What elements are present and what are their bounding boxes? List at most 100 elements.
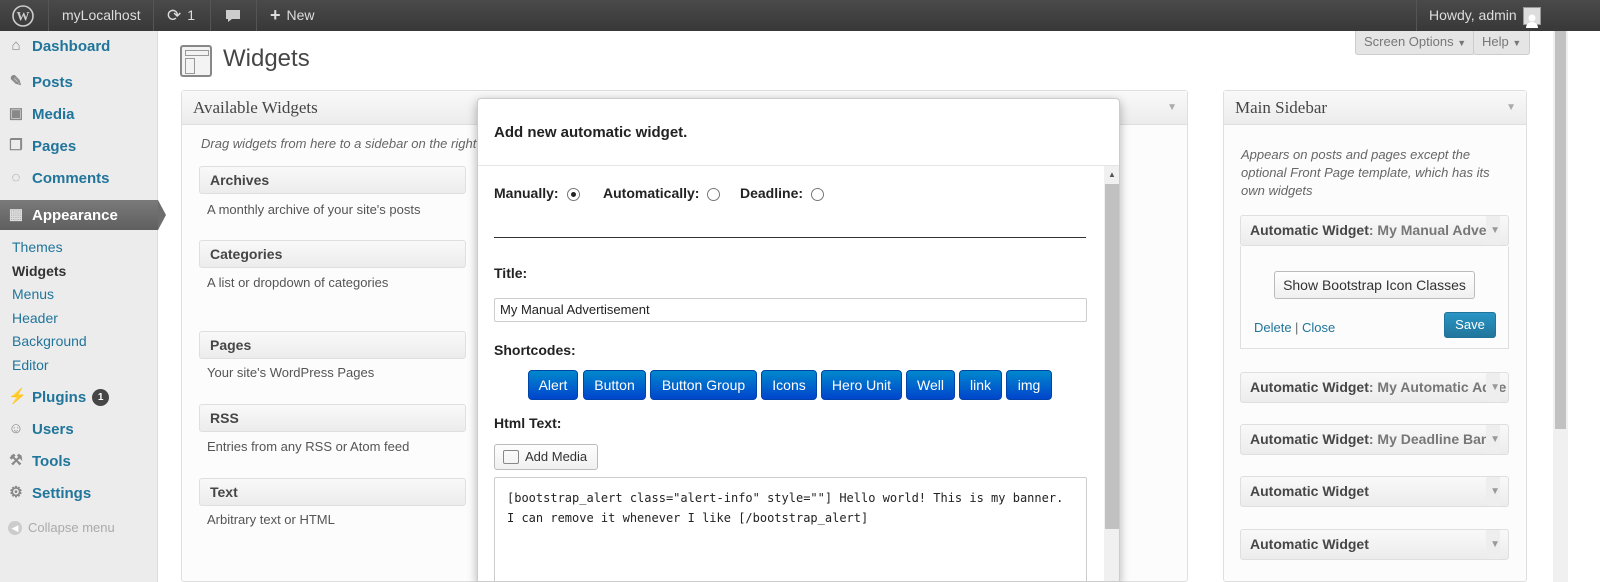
widget-text-desc: Arbitrary text or HTML — [207, 512, 335, 527]
submenu-menus[interactable]: Menus — [12, 286, 54, 302]
new-content-link[interactable]: + New — [270, 0, 315, 31]
chevron-down-icon[interactable]: ▼ — [1486, 425, 1500, 454]
add-widget-modal: Add new automatic widget. Manually: Auto… — [477, 98, 1120, 582]
title-label: Title: — [494, 265, 528, 281]
submenu-background[interactable]: Background — [12, 333, 87, 349]
menu-posts[interactable]: ✎ Posts — [0, 67, 158, 97]
widget-archives[interactable]: Archives — [199, 166, 466, 194]
chevron-down-icon[interactable]: ▼ — [1486, 216, 1500, 245]
pin-icon: ✎ — [9, 73, 23, 90]
widget-categories-desc: A list or dropdown of categories — [207, 275, 389, 290]
sidebar-widget-5[interactable]: Automatic Widget ▼ — [1240, 529, 1509, 560]
shortcode-icons-button[interactable]: Icons — [761, 370, 817, 400]
sidebar-widget-manual[interactable]: Automatic Widget: My Manual Adverti ▼ — [1240, 215, 1509, 246]
sidebar-widget-automatic[interactable]: Automatic Widget: My Automatic Adve ▼ — [1240, 372, 1509, 403]
widget-pages-desc: Your site's WordPress Pages — [207, 365, 375, 380]
sidebar-description: Appears on posts and pages except the op… — [1241, 147, 1490, 198]
mode-deadline[interactable]: Deadline: — [740, 185, 825, 201]
widget-categories[interactable]: Categories — [199, 240, 466, 268]
chevron-down-icon[interactable]: ▼ — [1486, 477, 1500, 506]
settings-icon: ⚙ — [9, 484, 23, 501]
main-sidebar-header[interactable]: Main Sidebar ▼ — [1224, 91, 1526, 125]
comments-link[interactable] — [224, 0, 242, 31]
media-icon — [503, 450, 519, 464]
media-icon: ▣ — [8, 105, 24, 122]
chevron-down-icon[interactable]: ▼ — [1486, 530, 1500, 559]
help-button[interactable]: Help ▼ — [1473, 31, 1531, 55]
page-scrollbar[interactable] — [1553, 31, 1568, 582]
widget-rss-desc: Entries from any RSS or Atom feed — [207, 439, 410, 454]
plug-icon: ⚡ — [8, 388, 27, 405]
chevron-down-icon: ▼ — [1457, 38, 1467, 48]
mode-manually[interactable]: Manually: — [494, 185, 580, 201]
deadline-radio[interactable] — [811, 187, 825, 201]
scroll-up-icon[interactable]: ▲ — [1104, 166, 1119, 184]
updates-count: 1 — [187, 7, 196, 23]
divider — [494, 237, 1086, 238]
menu-tools[interactable]: ⚒ Tools — [0, 446, 158, 476]
shortcode-well-button[interactable]: Well — [906, 370, 955, 400]
mode-automatically[interactable]: Automatically: — [603, 185, 721, 201]
html-text-label: Html Text: — [494, 415, 562, 431]
dashboard-icon: ⌂ — [11, 37, 21, 54]
tools-icon: ⚒ — [9, 452, 23, 469]
modal-scrollbar[interactable]: ▲ — [1104, 166, 1119, 581]
manually-radio[interactable] — [566, 187, 580, 201]
wordpress-logo-icon[interactable]: W — [12, 0, 34, 31]
submenu-widgets[interactable]: Widgets — [12, 263, 66, 279]
my-account-link[interactable]: Howdy, admin — [1429, 0, 1541, 31]
shortcode-hero-unit-button[interactable]: Hero Unit — [821, 370, 902, 400]
chevron-down-icon[interactable]: ▼ — [1486, 373, 1500, 402]
link-separator: | — [1295, 320, 1299, 335]
plugins-update-badge: 1 — [92, 388, 110, 406]
widget-pages[interactable]: Pages — [199, 331, 466, 359]
widget-rss[interactable]: RSS — [199, 404, 466, 432]
save-button[interactable]: Save — [1444, 312, 1496, 338]
shortcodes-label: Shortcodes: — [494, 342, 576, 358]
pages-icon: ❐ — [9, 137, 23, 154]
delete-link[interactable]: Delete — [1254, 320, 1292, 335]
menu-users[interactable]: ☺ Users — [0, 414, 158, 444]
menu-appearance[interactable]: ▦ Appearance — [0, 200, 166, 230]
sidebar-widget-deadline[interactable]: Automatic Widget: My Deadline Bann ▼ — [1240, 424, 1509, 455]
html-text-area[interactable]: [bootstrap_alert class="alert-info" styl… — [494, 477, 1087, 581]
automatically-radio[interactable] — [707, 187, 721, 201]
shortcode-link-button[interactable]: link — [959, 370, 1002, 400]
menu-settings[interactable]: ⚙ Settings — [0, 478, 158, 508]
refresh-icon: ⟳ — [167, 6, 182, 25]
submenu-themes[interactable]: Themes — [12, 239, 63, 255]
screen-options-button[interactable]: Screen Options ▼ — [1355, 31, 1476, 55]
appearance-icon: ▦ — [8, 206, 24, 223]
submenu-editor[interactable]: Editor — [12, 357, 49, 373]
page-title: Widgets — [223, 45, 310, 72]
submenu-header[interactable]: Header — [12, 310, 58, 326]
shortcode-img-button[interactable]: img — [1006, 370, 1052, 400]
menu-pages[interactable]: ❐ Pages — [0, 131, 158, 161]
admin-bar: W myLocalhost ⟳ 1 + New Howdy, admin — [0, 0, 1600, 31]
shortcode-alert-button[interactable]: Alert — [528, 370, 578, 400]
title-input[interactable]: My Manual Advertisement — [494, 298, 1087, 322]
add-media-button[interactable]: Add Media — [494, 444, 598, 470]
widget-text[interactable]: Text — [199, 478, 466, 506]
shortcode-button-button[interactable]: Button — [583, 370, 646, 400]
menu-media[interactable]: ▣ Media — [0, 99, 158, 129]
shortcode-button-group-button[interactable]: Button Group — [650, 370, 757, 400]
site-name-link[interactable]: myLocalhost — [62, 0, 141, 31]
modal-title: Add new automatic widget. — [494, 124, 688, 141]
menu-comments[interactable]: ◌ Comments — [0, 163, 158, 193]
avatar — [1522, 6, 1541, 28]
menu-plugins[interactable]: ⚡ Plugins 1 — [0, 382, 158, 412]
users-icon: ☺ — [8, 420, 24, 437]
close-link[interactable]: Close — [1302, 320, 1335, 335]
sidebar-widget-4[interactable]: Automatic Widget ▼ — [1240, 476, 1509, 507]
chevron-down-icon: ▼ — [1512, 38, 1522, 48]
toggle-arrow-icon[interactable]: ▼ — [1506, 91, 1516, 125]
comment-bubble-icon — [226, 9, 240, 22]
updates-link[interactable]: ⟳ 1 — [167, 0, 195, 31]
widget-archives-desc: A monthly archive of your site's posts — [207, 202, 421, 217]
collapse-menu-button[interactable]: ◀ Collapse menu — [8, 520, 115, 535]
show-icon-classes-button[interactable]: Show Bootstrap Icon Classes — [1274, 271, 1475, 299]
toggle-arrow-icon[interactable]: ▼ — [1167, 91, 1177, 125]
comments-icon: ◌ — [11, 169, 21, 186]
menu-dashboard[interactable]: ⌂ Dashboard — [0, 31, 158, 61]
